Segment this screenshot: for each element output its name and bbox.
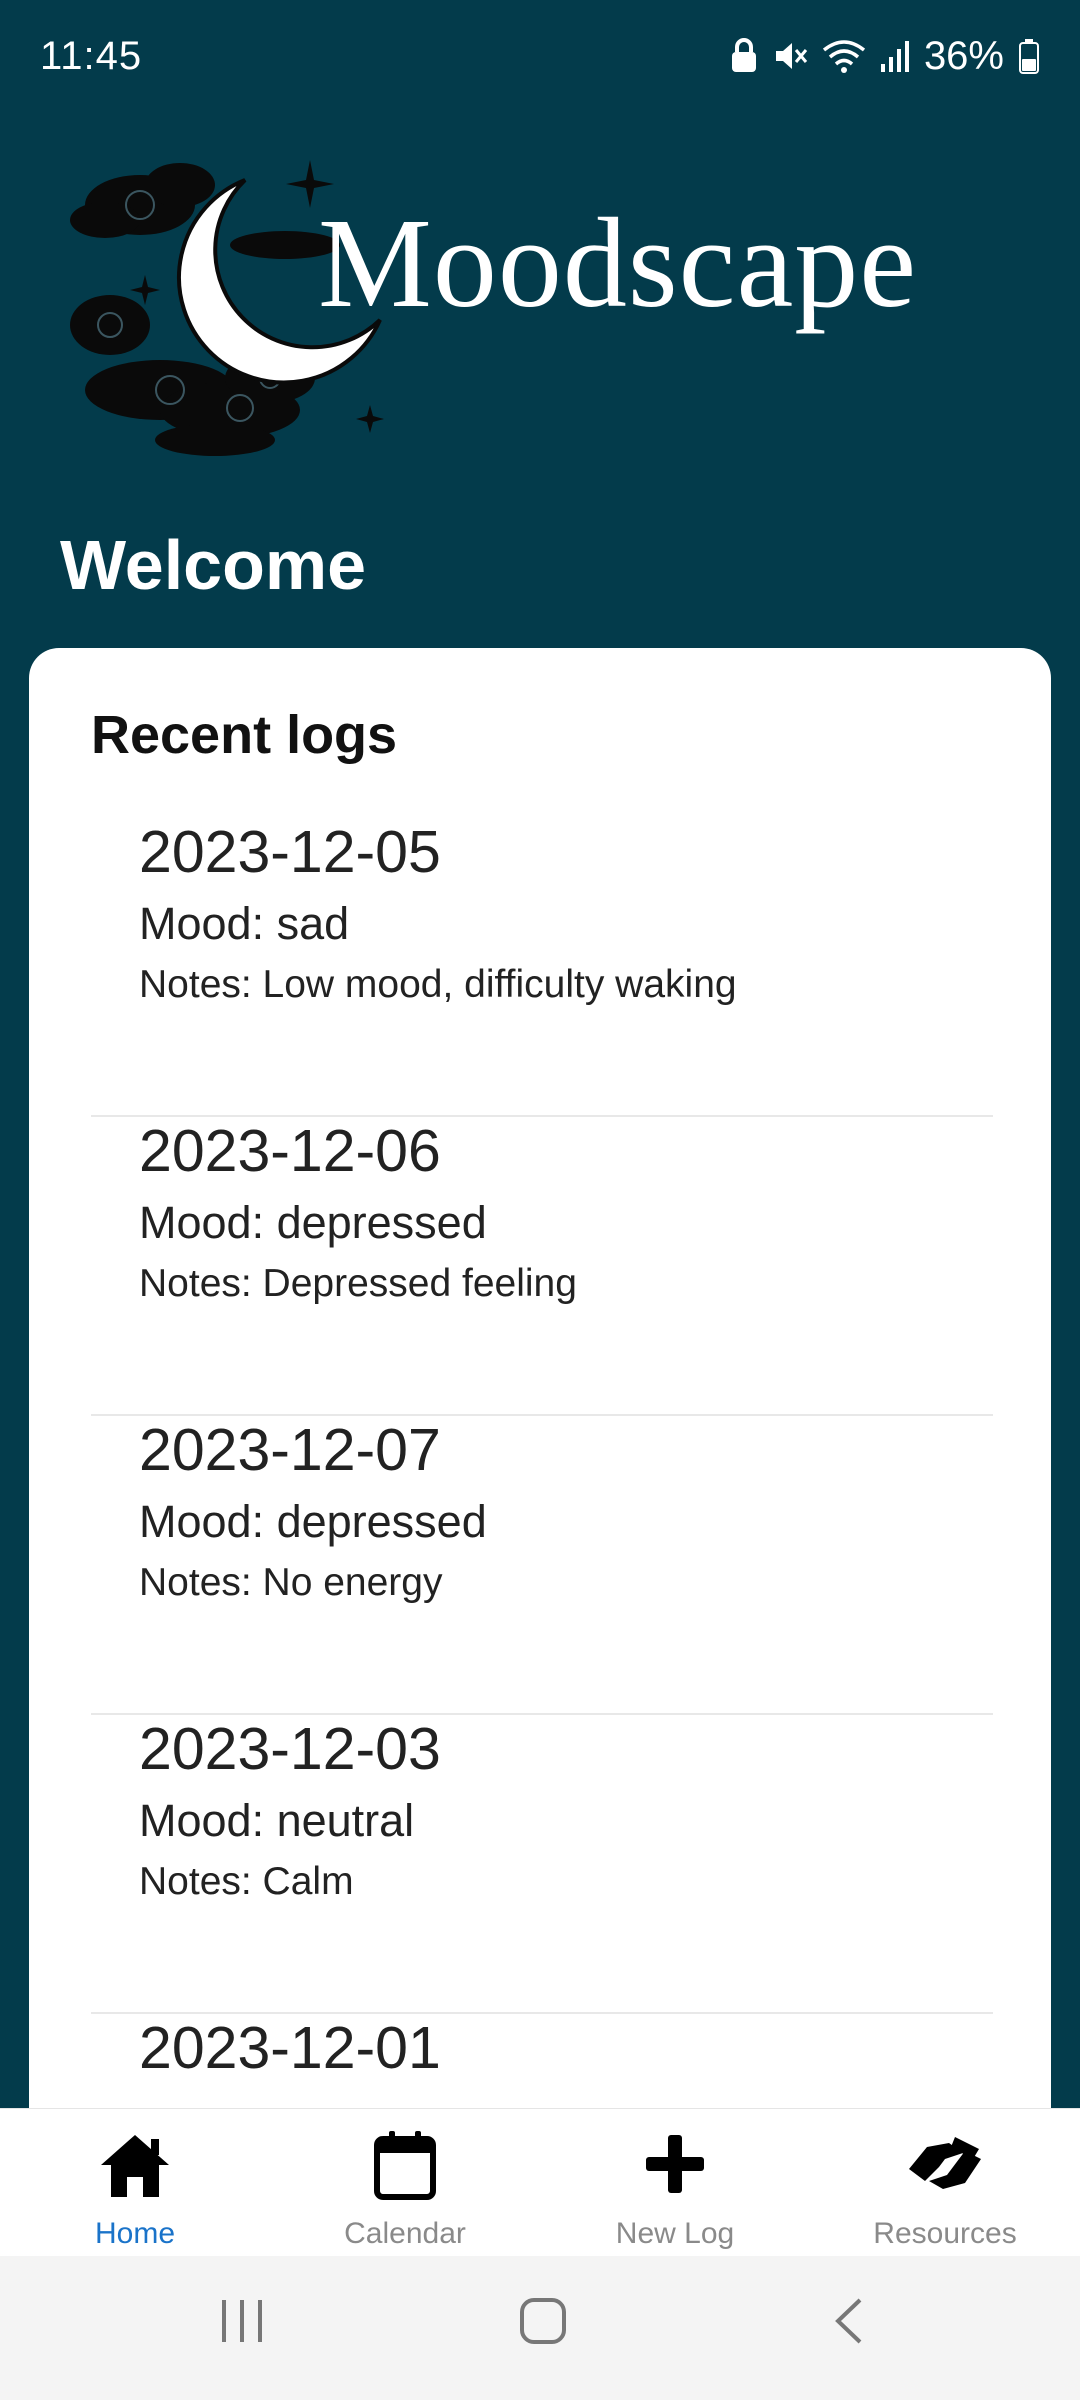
nav-calendar[interactable]: Calendar <box>270 2109 540 2257</box>
system-nav-bar <box>0 2256 1080 2400</box>
log-mood: Mood: depressed <box>139 1496 487 1547</box>
status-icons: 36% <box>730 32 1040 80</box>
nav-label-new-log: New Log <box>615 2217 735 2250</box>
nav-label-resources: Resources <box>873 2217 1017 2250</box>
status-time: 11:45 <box>40 34 143 78</box>
nav-resources[interactable]: Resources <box>810 2109 1080 2257</box>
battery-icon <box>1019 39 1039 74</box>
welcome-heading: Welcome <box>60 526 367 604</box>
log-item[interactable]: 2023-12-01 <box>91 2014 993 2108</box>
log-mood: Mood: depressed <box>139 1197 487 1248</box>
handshake-icon <box>909 2137 981 2189</box>
log-item[interactable]: 2023-12-07 Mood: depressed Notes: No ene… <box>91 1416 993 1715</box>
home-button-icon[interactable] <box>518 2296 568 2346</box>
log-item[interactable]: 2023-12-06 Mood: depressed Notes: Depres… <box>91 1117 993 1416</box>
mute-icon <box>775 43 808 69</box>
status-bar: 11:45 36% <box>0 0 1080 120</box>
nav-home[interactable]: Home <box>0 2109 270 2257</box>
nav-label-calendar: Calendar <box>344 2217 466 2250</box>
app-title: Moodscape <box>318 192 918 334</box>
log-notes: Notes: No energy <box>139 1561 443 1604</box>
nav-label-home: Home <box>94 2217 176 2250</box>
recent-logs-card: Recent logs 2023-12-05 Mood: sad Notes: … <box>29 648 1051 2108</box>
log-date: 2023-12-06 <box>139 1118 441 1184</box>
back-icon[interactable] <box>830 2296 866 2346</box>
log-date: 2023-12-03 <box>139 1716 441 1782</box>
wifi-icon <box>822 40 866 73</box>
signal-icon <box>880 41 909 72</box>
lock-icon <box>731 38 756 72</box>
bottom-nav: Home Calendar New Log Resources <box>0 2108 1080 2257</box>
plus-icon <box>646 2135 704 2193</box>
log-item[interactable]: 2023-12-05 Mood: sad Notes: Low mood, di… <box>91 818 993 1117</box>
recent-apps-icon[interactable] <box>218 2296 266 2346</box>
log-date: 2023-12-05 <box>139 819 441 885</box>
log-mood: Mood: neutral <box>139 1795 415 1846</box>
log-notes: Notes: Low mood, difficulty waking <box>139 963 737 1006</box>
log-date: 2023-12-07 <box>139 1417 441 1483</box>
log-list: 2023-12-05 Mood: sad Notes: Low mood, di… <box>91 818 993 2108</box>
home-icon <box>101 2135 169 2197</box>
nav-new-log[interactable]: New Log <box>540 2109 810 2257</box>
battery-percent: 36% <box>923 33 1004 78</box>
log-notes: Notes: Depressed feeling <box>139 1262 577 1305</box>
log-notes: Notes: Calm <box>139 1860 354 1903</box>
log-date: 2023-12-01 <box>139 2015 441 2081</box>
log-item[interactable]: 2023-12-03 Mood: neutral Notes: Calm <box>91 1715 993 2014</box>
calendar-icon <box>374 2131 436 2200</box>
recent-logs-title: Recent logs <box>91 705 398 765</box>
log-mood: Mood: sad <box>139 898 350 949</box>
